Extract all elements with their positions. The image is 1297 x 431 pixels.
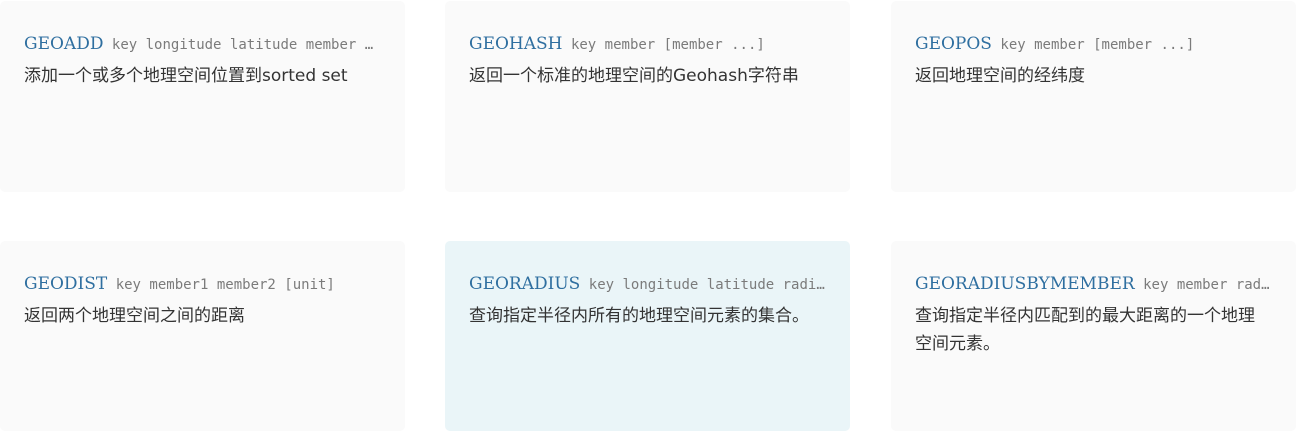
command-signature: GEODIST key member1 member2 [unit] bbox=[24, 272, 381, 296]
command-card-geohash[interactable]: GEOHASH key member [member ...] 返回一个标准的地… bbox=[445, 1, 850, 192]
command-name: GEORADIUSBYMEMBER bbox=[915, 274, 1135, 294]
command-name: GEOHASH bbox=[469, 34, 563, 54]
command-args: key member [member ...] bbox=[570, 37, 765, 53]
command-description: 添加一个或多个地理空间位置到sorted set bbox=[24, 66, 348, 86]
command-description: 返回一个标准的地理空间的Geohash字符串 bbox=[469, 66, 799, 86]
command-card-geodist[interactable]: GEODIST key member1 member2 [unit] 返回两个地… bbox=[0, 241, 405, 431]
command-card-georadius[interactable]: GEORADIUS key longitude latitude radius … bbox=[445, 241, 850, 431]
command-signature: GEOADD key longitude latitude member [lo… bbox=[24, 32, 381, 56]
command-description: 查询指定半径内匹配到的最大距离的一个地理空间元素。 bbox=[915, 306, 1255, 354]
command-args: key member radius m|km|ft|mi [WITHCOORD]… bbox=[1143, 277, 1272, 293]
command-signature: GEORADIUS key longitude latitude radius … bbox=[469, 272, 826, 296]
command-description: 返回地理空间的经纬度 bbox=[915, 66, 1085, 86]
command-name: GEODIST bbox=[24, 274, 108, 294]
command-signature: GEOPOS key member [member ...] bbox=[915, 32, 1272, 56]
command-args: key longitude latitude radius m|km|ft|mi… bbox=[588, 277, 826, 293]
command-args: key longitude latitude member [longitude… bbox=[111, 37, 381, 53]
command-name: GEOADD bbox=[24, 34, 104, 54]
command-name: GEORADIUS bbox=[469, 274, 581, 294]
command-signature: GEORADIUSBYMEMBER key member radius m|km… bbox=[915, 272, 1272, 296]
command-description: 查询指定半径内所有的地理空间元素的集合。 bbox=[469, 306, 809, 326]
command-description: 返回两个地理空间之间的距离 bbox=[24, 306, 245, 326]
command-card-geoadd[interactable]: GEOADD key longitude latitude member [lo… bbox=[0, 1, 405, 192]
command-args: key member [member ...] bbox=[1000, 37, 1195, 53]
command-args: key member1 member2 [unit] bbox=[115, 277, 335, 293]
command-card-georadiusbymember[interactable]: GEORADIUSBYMEMBER key member radius m|km… bbox=[891, 241, 1296, 431]
command-name: GEOPOS bbox=[915, 34, 992, 54]
command-card-geopos[interactable]: GEOPOS key member [member ...] 返回地理空间的经纬… bbox=[891, 1, 1296, 192]
command-signature: GEOHASH key member [member ...] bbox=[469, 32, 826, 56]
command-grid: GEOADD key longitude latitude member [lo… bbox=[0, 0, 1297, 431]
